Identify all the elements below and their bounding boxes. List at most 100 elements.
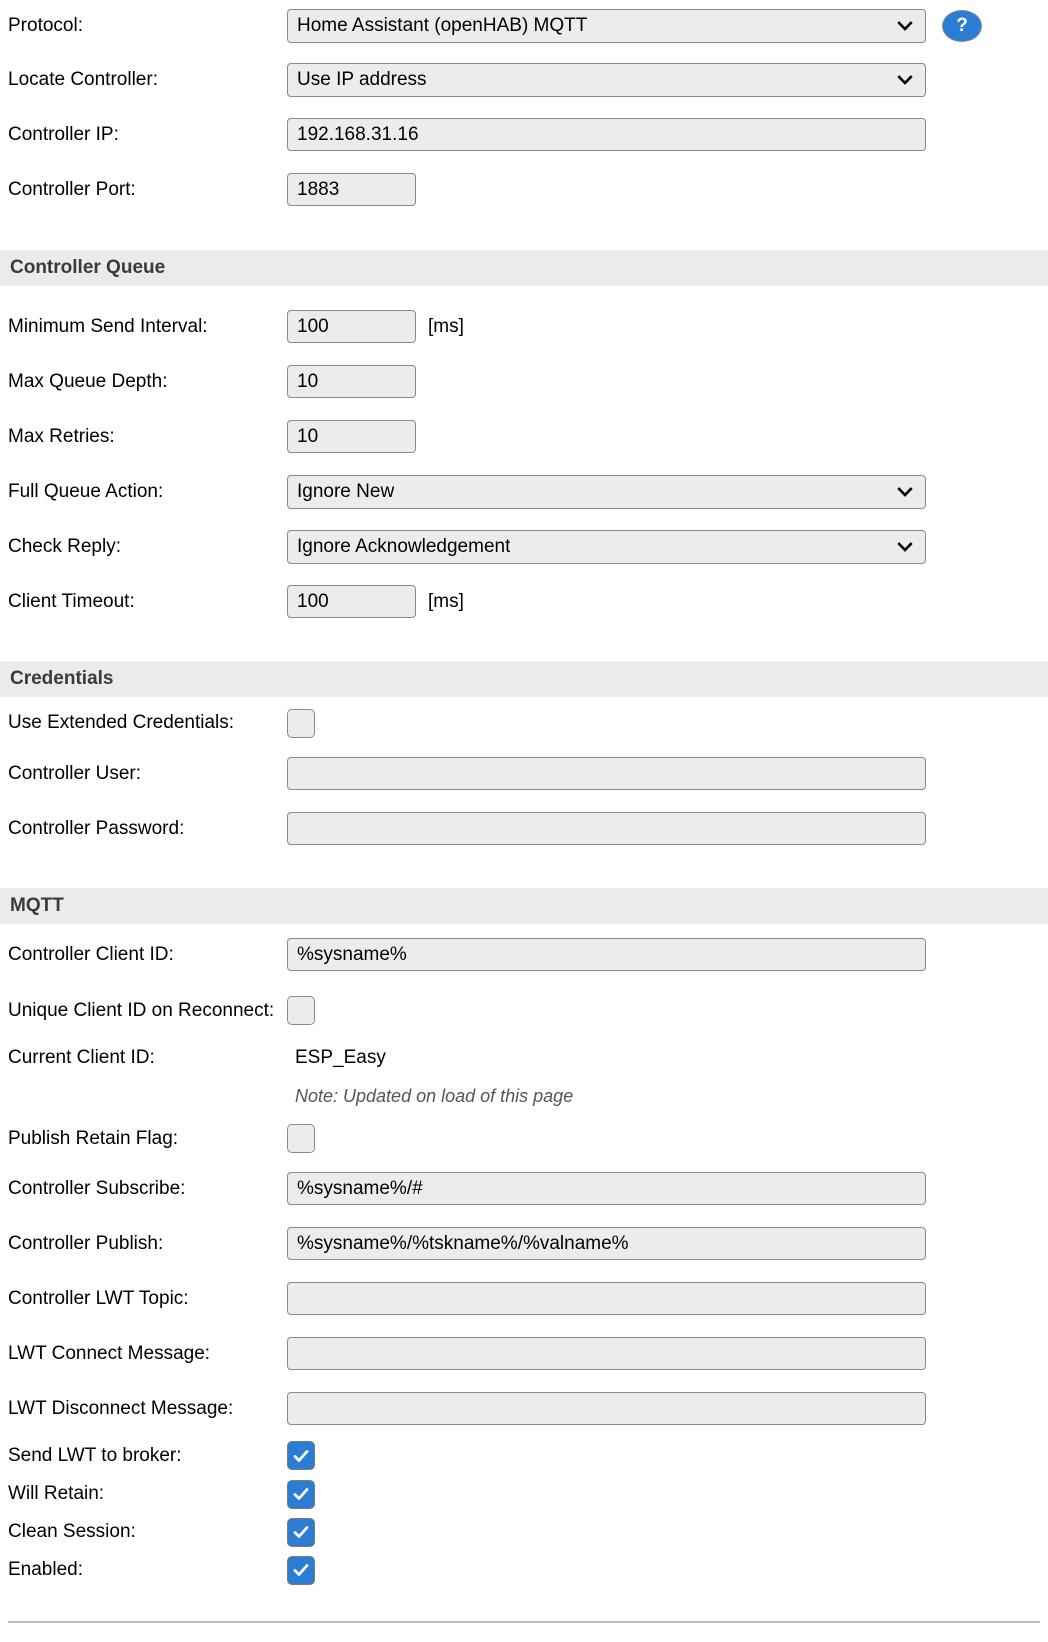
row-lwt-connect-message: LWT Connect Message: [0, 1326, 1048, 1381]
field-protocol: Home Assistant (openHAB) MQTT ? [287, 9, 1048, 43]
row-publish-retain-flag: Publish Retain Flag: [0, 1116, 1048, 1161]
full-queue-action-select[interactable]: Ignore New [287, 474, 926, 509]
row-controller-port: Controller Port: 1883 [0, 162, 1048, 217]
row-client-id-note: Note: Updated on load of this page [0, 1077, 1048, 1116]
row-controller-lwt-topic: Controller LWT Topic: [0, 1271, 1048, 1326]
unique-client-id-checkbox[interactable] [287, 996, 315, 1025]
label-lwt-connect-message: LWT Connect Message: [8, 1342, 211, 1364]
field-client-timeout: 100 [ms] [287, 585, 1048, 618]
row-lwt-disconnect-message: LWT Disconnect Message: [0, 1381, 1048, 1436]
row-max-queue-depth: Max Queue Depth: 10 [0, 354, 1048, 409]
row-locate-controller: Locate Controller: Use IP address [0, 52, 1048, 107]
label-controller-client-id: Controller Client ID: [8, 943, 174, 965]
section-header-credentials: Credentials [0, 661, 1048, 697]
label-max-queue-depth: Max Queue Depth: [8, 370, 168, 392]
row-full-queue-action: Full Queue Action: Ignore New [0, 464, 1048, 519]
label-controller-user: Controller User: [8, 762, 142, 784]
chevron-down-icon [896, 483, 914, 501]
row-use-extended-credentials: Use Extended Credentials: [0, 700, 1048, 746]
locate-controller-select-value: Use IP address [297, 68, 427, 90]
controller-client-id-input[interactable]: %sysname% [287, 938, 926, 971]
controller-password-input[interactable] [287, 812, 926, 845]
field-controller-user [287, 757, 1048, 790]
field-check-reply: Ignore Acknowledgement [287, 529, 1048, 564]
help-icon[interactable]: ? [942, 10, 982, 42]
label-will-retain: Will Retain: [8, 1483, 105, 1505]
label-controller-ip: Controller IP: [8, 123, 119, 145]
row-controller-user: Controller User: [0, 746, 1048, 801]
row-controller-password: Controller Password: [0, 801, 1048, 856]
controller-user-input[interactable] [287, 757, 926, 790]
publish-retain-flag-checkbox[interactable] [287, 1124, 315, 1153]
field-max-queue-depth: 10 [287, 365, 1048, 398]
label-current-client-id: Current Client ID: [8, 1047, 155, 1069]
label-lwt-disconnect-message: LWT Disconnect Message: [8, 1397, 234, 1419]
row-protocol: Protocol: Home Assistant (openHAB) MQTT … [0, 0, 1048, 52]
section-header-mqtt: MQTT [0, 888, 1048, 924]
label-full-queue-action: Full Queue Action: [8, 480, 164, 502]
chevron-down-icon [896, 71, 914, 89]
send-lwt-to-broker-checkbox[interactable] [287, 1441, 315, 1470]
row-controller-client-id: Controller Client ID: %sysname% [0, 927, 1048, 982]
field-lwt-disconnect-message [287, 1392, 1048, 1425]
label-controller-publish: Controller Publish: [8, 1232, 164, 1254]
minimum-send-interval-input[interactable]: 100 [287, 310, 416, 343]
label-controller-port: Controller Port: [8, 178, 136, 200]
use-extended-credentials-checkbox[interactable] [287, 708, 315, 738]
clean-session-checkbox[interactable] [287, 1517, 315, 1547]
unit-milliseconds: [ms] [428, 315, 464, 337]
row-check-reply: Check Reply: Ignore Acknowledgement [0, 519, 1048, 574]
client-timeout-input[interactable]: 100 [287, 585, 416, 618]
label-clean-session: Clean Session: [8, 1521, 136, 1543]
label-locate-controller: Locate Controller: [8, 68, 158, 90]
protocol-select[interactable]: Home Assistant (openHAB) MQTT [287, 9, 926, 43]
lwt-disconnect-message-input[interactable] [287, 1392, 926, 1425]
field-controller-port: 1883 [287, 173, 1048, 206]
row-controller-publish: Controller Publish: %sysname%/%tskname%/… [0, 1216, 1048, 1271]
row-client-timeout: Client Timeout: 100 [ms] [0, 574, 1048, 629]
row-max-retries: Max Retries: 10 [0, 409, 1048, 464]
controller-lwt-topic-input[interactable] [287, 1282, 926, 1315]
label-protocol: Protocol: [8, 15, 83, 37]
field-clean-session [287, 1517, 1048, 1547]
label-minimum-send-interval: Minimum Send Interval: [8, 315, 208, 337]
chevron-down-icon [896, 538, 914, 556]
row-clean-session: Clean Session: [0, 1513, 1048, 1551]
locate-controller-select[interactable]: Use IP address [287, 62, 926, 97]
label-max-retries: Max Retries: [8, 425, 115, 447]
check-reply-select-value: Ignore Acknowledgement [297, 535, 511, 557]
row-send-lwt-to-broker: Send LWT to broker: [0, 1436, 1048, 1475]
field-publish-retain-flag [287, 1124, 1048, 1153]
label-use-extended-credentials: Use Extended Credentials: [8, 712, 235, 734]
row-controller-subscribe: Controller Subscribe: %sysname%/# [0, 1161, 1048, 1216]
field-controller-ip: 192.168.31.16 [287, 118, 1048, 151]
controller-port-input[interactable]: 1883 [287, 173, 416, 206]
lwt-connect-message-input[interactable] [287, 1337, 926, 1370]
max-retries-input[interactable]: 10 [287, 420, 416, 453]
max-queue-depth-input[interactable]: 10 [287, 365, 416, 398]
section-header-controller-queue: Controller Queue [0, 250, 1048, 286]
row-controller-ip: Controller IP: 192.168.31.16 [0, 107, 1048, 162]
label-send-lwt-to-broker: Send LWT to broker: [8, 1444, 182, 1466]
controller-ip-input[interactable]: 192.168.31.16 [287, 118, 926, 151]
row-current-client-id: Current Client ID: ESP_Easy [0, 1039, 1048, 1077]
row-minimum-send-interval: Minimum Send Interval: 100 [ms] [0, 299, 1048, 354]
check-reply-select[interactable]: Ignore Acknowledgement [287, 529, 926, 564]
label-controller-password: Controller Password: [8, 817, 185, 839]
field-current-client-id: ESP_Easy [287, 1047, 1048, 1069]
enabled-checkbox[interactable] [287, 1555, 315, 1585]
client-id-note: Note: Updated on load of this page [295, 1086, 574, 1106]
controller-subscribe-input[interactable]: %sysname%/# [287, 1172, 926, 1205]
row-will-retain: Will Retain: [0, 1475, 1048, 1513]
will-retain-checkbox[interactable] [287, 1479, 315, 1509]
label-unique-client-id: Unique Client ID on Reconnect: [8, 999, 275, 1021]
current-client-id-value: ESP_Easy [295, 1047, 386, 1068]
label-client-timeout: Client Timeout: [8, 590, 135, 612]
field-minimum-send-interval: 100 [ms] [287, 310, 1048, 343]
controller-publish-input[interactable]: %sysname%/%tskname%/%valname% [287, 1227, 926, 1260]
label-check-reply: Check Reply: [8, 535, 121, 557]
controller-settings-form: Protocol: Home Assistant (openHAB) MQTT … [0, 0, 1048, 1623]
